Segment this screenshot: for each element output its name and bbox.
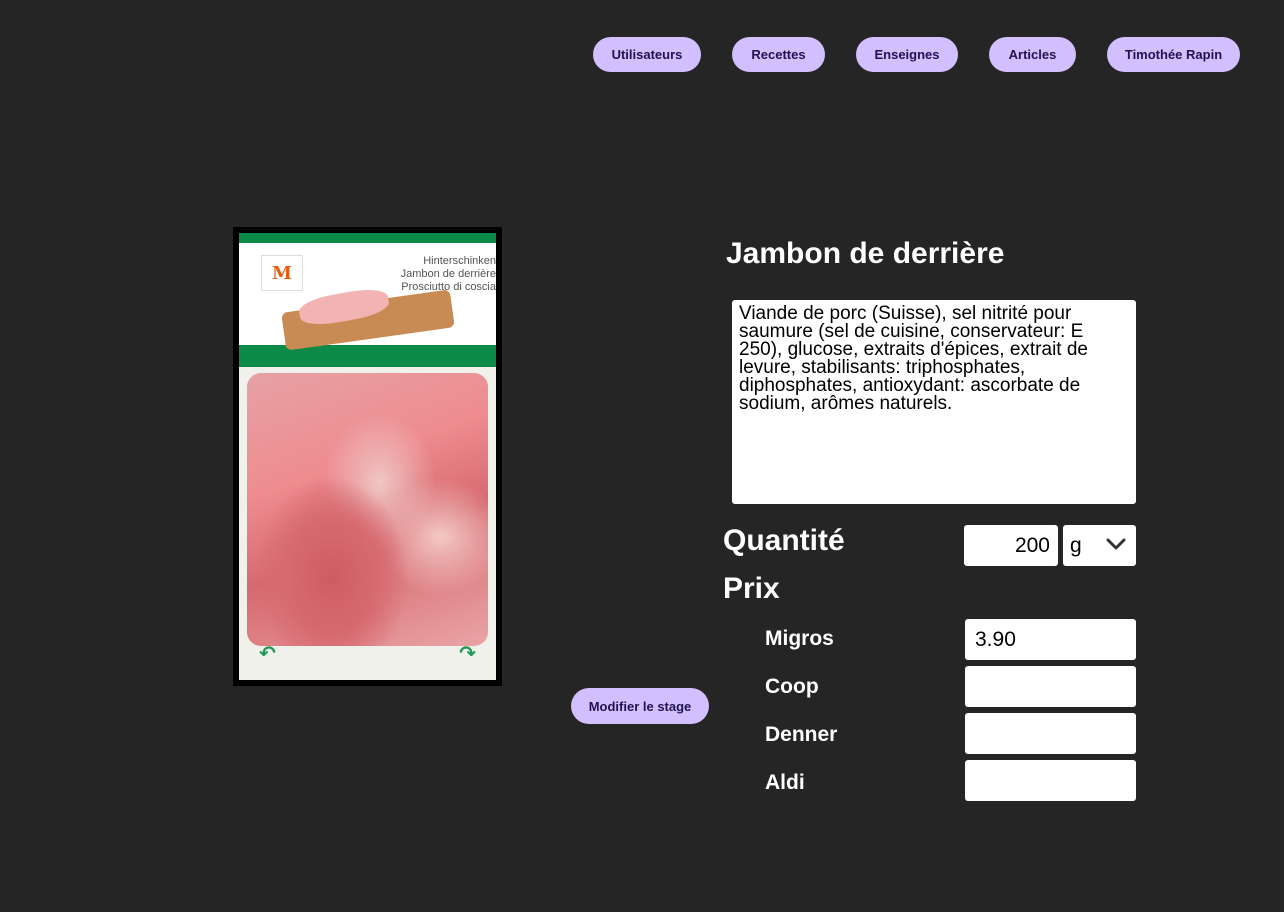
price-input-coop[interactable] bbox=[965, 666, 1136, 707]
store-label-denner: Denner bbox=[765, 723, 838, 746]
package-labels: Hinterschinken Jambon de derrière Prosci… bbox=[400, 255, 496, 293]
nav-user-profile-button[interactable]: Timothée Rapin bbox=[1107, 37, 1240, 72]
edit-button[interactable]: Modifier le stage bbox=[571, 688, 709, 724]
nav-recettes-button[interactable]: Recettes bbox=[732, 37, 825, 72]
unit-select[interactable]: g bbox=[1063, 525, 1136, 566]
price-label: Prix bbox=[723, 572, 780, 605]
brand-logo: M bbox=[261, 255, 303, 291]
nav-enseignes-button[interactable]: Enseignes bbox=[856, 37, 958, 72]
price-input-denner[interactable] bbox=[965, 713, 1136, 754]
price-input-aldi[interactable] bbox=[965, 760, 1136, 801]
store-label-migros: Migros bbox=[765, 627, 834, 650]
product-image: M Hinterschinken Jambon de derrière Pros… bbox=[233, 227, 502, 686]
unit-value: g bbox=[1070, 533, 1082, 557]
product-title: Jambon de derrière bbox=[726, 237, 1005, 270]
reseal-arrow-icon: ↷ bbox=[459, 643, 476, 665]
reseal-arrow-icon: ↶ bbox=[259, 643, 276, 665]
quantity-input[interactable]: 200 bbox=[964, 525, 1058, 566]
price-input-migros[interactable]: 3.90 bbox=[965, 619, 1136, 660]
product-package: M Hinterschinken Jambon de derrière Pros… bbox=[239, 233, 496, 680]
nav-utilisateurs-button[interactable]: Utilisateurs bbox=[593, 37, 701, 72]
ham-slice bbox=[247, 373, 488, 646]
ingredients-textarea[interactable]: Viande de porc (Suisse), sel nitrité pou… bbox=[732, 300, 1136, 504]
nav-articles-button[interactable]: Articles bbox=[989, 37, 1076, 72]
quantity-label: Quantité bbox=[723, 524, 845, 557]
store-label-aldi: Aldi bbox=[765, 771, 805, 794]
chevron-down-icon bbox=[1106, 537, 1126, 555]
store-label-coop: Coop bbox=[765, 675, 819, 698]
